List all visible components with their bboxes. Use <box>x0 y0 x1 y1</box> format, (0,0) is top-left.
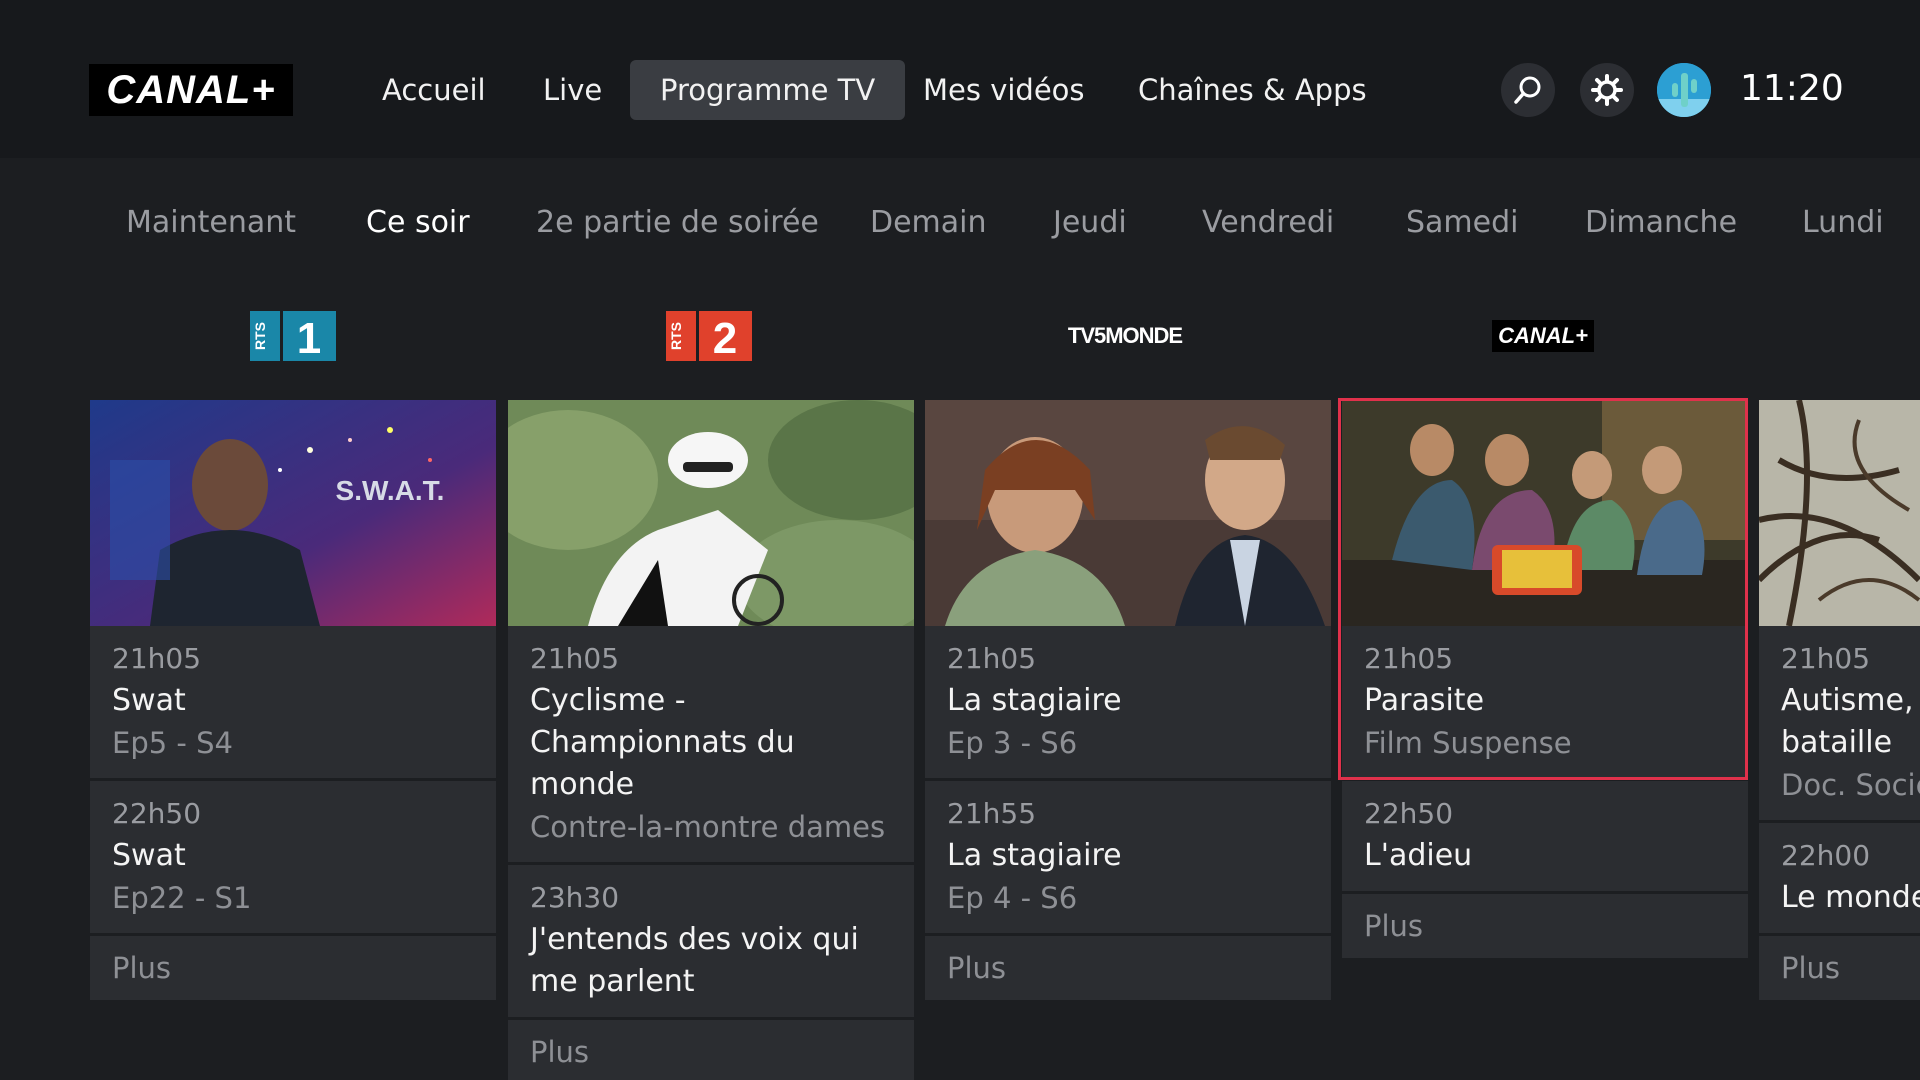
more-button[interactable]: Plus <box>1759 936 1920 1000</box>
channel-logo-rts1[interactable]: RTS 1 <box>250 310 336 362</box>
program-title: Le monde <box>1781 880 1920 915</box>
program-slot[interactable]: 21h05 Autisme, r bataille Doc. Socié <box>1759 626 1920 823</box>
program-title: L'adieu <box>1364 838 1473 873</box>
la-stagiaire-image <box>925 400 1331 626</box>
svg-text:1: 1 <box>297 314 321 361</box>
more-button[interactable]: Plus <box>508 1020 914 1080</box>
program-time: 22h50 <box>112 797 202 830</box>
day-tab-lundi[interactable]: Lundi <box>1802 198 1884 248</box>
thumbnail-cyclisme[interactable] <box>508 400 914 626</box>
program-column-rts1: S.W.A.T. 21h05 Swat Ep5 - S4 22h50 Swat … <box>90 400 496 1000</box>
program-title: Swat <box>112 838 186 873</box>
program-subtitle: Ep22 - S1 <box>112 881 252 915</box>
thumbnail-swat[interactable]: S.W.A.T. <box>90 400 496 626</box>
clock: 11:20 <box>1740 68 1844 109</box>
program-slot[interactable]: 21h55 La stagiaire Ep 4 - S6 <box>925 781 1331 936</box>
more-button[interactable]: Plus <box>90 936 496 1000</box>
day-tab-samedi[interactable]: Samedi <box>1406 198 1519 248</box>
nav-live[interactable]: Live <box>543 60 602 120</box>
gear-icon <box>1591 74 1623 106</box>
rts1-logo: RTS 1 <box>250 311 336 361</box>
program-title: J'entends des voix qui me parlent <box>530 922 859 999</box>
program-title: Autisme, r bataille <box>1781 683 1920 760</box>
swat-caption: S.W.A.T. <box>336 475 445 506</box>
day-tab-ce-soir[interactable]: Ce soir <box>366 198 470 248</box>
program-time: 22h50 <box>1364 797 1454 830</box>
swat-image: S.W.A.T. <box>90 400 496 626</box>
nav-mes-videos[interactable]: Mes vidéos <box>923 60 1085 120</box>
cactus-avatar-icon <box>1657 63 1711 117</box>
program-time: 21h05 <box>1364 642 1454 675</box>
search-button[interactable] <box>1501 63 1555 117</box>
program-title: Swat <box>112 683 186 718</box>
program-subtitle: Ep 4 - S6 <box>947 881 1078 915</box>
day-tab-vendredi[interactable]: Vendredi <box>1202 198 1334 248</box>
branches-image <box>1759 400 1920 626</box>
channel-logo-canal-plus[interactable]: CANAL+ <box>1487 310 1599 362</box>
program-title: La stagiaire <box>947 838 1122 873</box>
nav-chaines-apps[interactable]: Chaînes & Apps <box>1138 60 1367 120</box>
program-title: Parasite <box>1364 683 1485 718</box>
program-slot[interactable]: 23h30 J'entends des voix qui me parlent <box>508 865 914 1020</box>
day-tab-maintenant[interactable]: Maintenant <box>126 198 296 248</box>
program-title: La stagiaire <box>947 683 1122 718</box>
svg-text:2: 2 <box>713 314 737 361</box>
program-slot[interactable]: 21h05 Cyclisme - Championnats du monde C… <box>508 626 914 865</box>
program-time: 21h05 <box>112 642 202 675</box>
program-slot[interactable]: 22h50 L'adieu <box>1342 781 1748 894</box>
parasite-image <box>1342 400 1748 626</box>
search-icon <box>1514 76 1541 104</box>
program-subtitle: Doc. Socié <box>1781 768 1920 802</box>
program-title: Cyclisme - Championnats du monde <box>530 683 795 802</box>
nav-accueil[interactable]: Accueil <box>382 60 486 120</box>
day-tab-2e-partie[interactable]: 2e partie de soirée <box>536 198 819 248</box>
program-time: 21h05 <box>530 642 620 675</box>
canal-plus-logo[interactable]: CANAL+ <box>89 64 293 116</box>
more-button[interactable]: Plus <box>925 936 1331 1000</box>
program-time: 23h30 <box>530 881 620 914</box>
program-subtitle: Ep5 - S4 <box>112 726 233 760</box>
rts2-logo: RTS 2 <box>666 311 752 361</box>
thumbnail-parasite[interactable] <box>1342 400 1748 626</box>
program-column-canal-plus: 21h05 Parasite Film Suspense 22h50 L'adi… <box>1342 400 1748 958</box>
program-slot[interactable]: 21h05 Swat Ep5 - S4 <box>90 626 496 781</box>
thumbnail-autisme[interactable] <box>1759 400 1920 626</box>
thumbnail-la-stagiaire[interactable] <box>925 400 1331 626</box>
day-tab-jeudi[interactable]: Jeudi <box>1053 198 1127 248</box>
more-button[interactable]: Plus <box>1342 894 1748 958</box>
program-subtitle: Ep 3 - S6 <box>947 726 1078 760</box>
program-slot[interactable]: 22h00 Le monde <box>1759 823 1920 936</box>
program-subtitle: Contre-la-montre dames <box>530 810 886 844</box>
program-time: 21h05 <box>1781 642 1871 675</box>
channel-logo-rts2[interactable]: RTS 2 <box>666 310 752 362</box>
program-column-tv5monde: 21h05 La stagiaire Ep 3 - S6 21h55 La st… <box>925 400 1331 1000</box>
nav-programme-tv[interactable]: Programme TV <box>630 60 906 120</box>
program-time: 21h55 <box>947 797 1037 830</box>
svg-text:RTS: RTS <box>252 322 268 350</box>
day-tab-demain[interactable]: Demain <box>870 198 987 248</box>
program-time: 21h05 <box>947 642 1037 675</box>
day-tab-dimanche[interactable]: Dimanche <box>1585 198 1737 248</box>
program-subtitle: Film Suspense <box>1364 726 1572 760</box>
program-slot[interactable]: 22h50 Swat Ep22 - S1 <box>90 781 496 936</box>
channel-logo-tv5monde[interactable]: TV5MONDE <box>1040 310 1210 362</box>
program-slot-focused[interactable]: 21h05 Parasite Film Suspense <box>1342 626 1748 781</box>
program-column-rts2: 21h05 Cyclisme - Championnats du monde C… <box>508 400 914 1080</box>
program-slot[interactable]: 21h05 La stagiaire Ep 3 - S6 <box>925 626 1331 781</box>
program-column-partial: 21h05 Autisme, r bataille Doc. Socié 22h… <box>1759 400 1920 1000</box>
settings-button[interactable] <box>1580 63 1634 117</box>
cyclist-image <box>508 400 914 626</box>
avatar[interactable] <box>1657 63 1711 117</box>
svg-text:RTS: RTS <box>668 322 684 350</box>
canal-plus-channel-logo-text: CANAL+ <box>1492 320 1594 352</box>
program-time: 22h00 <box>1781 839 1871 872</box>
